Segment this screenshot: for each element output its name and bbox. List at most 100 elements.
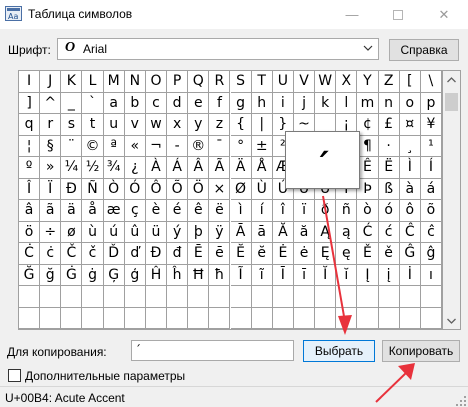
char-cell[interactable]: q bbox=[19, 114, 41, 136]
char-cell[interactable]: Ĭ bbox=[315, 264, 337, 286]
char-cell[interactable] bbox=[209, 286, 231, 308]
char-cell[interactable]: õ bbox=[420, 200, 442, 222]
char-cell[interactable]: ï bbox=[293, 200, 316, 222]
char-cell[interactable]: í bbox=[251, 200, 273, 222]
char-cell[interactable]: U bbox=[272, 71, 294, 93]
char-cell[interactable]: é bbox=[167, 200, 189, 222]
char-cell[interactable]: ¤ bbox=[399, 114, 421, 136]
char-cell[interactable]: ä bbox=[61, 200, 83, 222]
char-cell[interactable]: û bbox=[124, 221, 146, 243]
char-cell[interactable]: ÷ bbox=[40, 221, 62, 243]
char-cell[interactable] bbox=[19, 307, 41, 329]
char-cell[interactable]: x bbox=[167, 114, 189, 136]
char-cell[interactable]: Í bbox=[420, 157, 442, 179]
char-cell[interactable]: Č bbox=[61, 243, 83, 265]
char-cell[interactable] bbox=[124, 307, 146, 329]
char-cell[interactable]: ė bbox=[293, 243, 316, 265]
char-cell[interactable]: T bbox=[251, 71, 273, 93]
char-cell[interactable]: d bbox=[167, 92, 189, 114]
char-cell[interactable]: Ī bbox=[272, 264, 294, 286]
char-cell[interactable]: Ċ bbox=[19, 243, 41, 265]
char-cell[interactable]: ć bbox=[378, 221, 400, 243]
char-cell[interactable] bbox=[103, 286, 125, 308]
char-cell[interactable]: ĕ bbox=[251, 243, 273, 265]
char-cell[interactable]: Â bbox=[188, 157, 210, 179]
char-cell[interactable]: ĩ bbox=[251, 264, 273, 286]
char-cell[interactable]: p bbox=[420, 92, 442, 114]
char-cell[interactable]: þ bbox=[188, 221, 210, 243]
char-cell[interactable]: ° bbox=[230, 135, 252, 157]
char-cell[interactable]: ß bbox=[378, 178, 400, 200]
char-cell[interactable]: ĭ bbox=[336, 264, 358, 286]
char-cell[interactable]: © bbox=[82, 135, 104, 157]
char-cell[interactable]: Ė bbox=[272, 243, 294, 265]
char-cell[interactable]: ¼ bbox=[61, 157, 83, 179]
char-cell[interactable]: ç bbox=[124, 200, 146, 222]
char-cell[interactable]: ı bbox=[420, 264, 442, 286]
close-button[interactable]: ✕ bbox=[421, 0, 467, 29]
char-cell[interactable]: ¯ bbox=[209, 135, 231, 157]
char-cell[interactable]: w bbox=[145, 114, 168, 136]
char-cell[interactable]: ú bbox=[103, 221, 125, 243]
char-cell[interactable]: Ć bbox=[357, 221, 379, 243]
char-cell[interactable]: À bbox=[145, 157, 168, 179]
char-cell[interactable] bbox=[145, 307, 168, 329]
char-cell[interactable] bbox=[293, 307, 316, 329]
char-cell[interactable]: Ì bbox=[399, 157, 421, 179]
char-cell[interactable]: ě bbox=[378, 243, 400, 265]
char-cell[interactable]: ¦ bbox=[19, 135, 41, 157]
char-cell[interactable]: æ bbox=[103, 200, 125, 222]
char-cell[interactable] bbox=[40, 286, 62, 308]
char-cell[interactable]: u bbox=[103, 114, 125, 136]
scroll-thumb[interactable] bbox=[445, 93, 458, 111]
char-cell[interactable]: Ó bbox=[124, 178, 146, 200]
char-cell[interactable]: f bbox=[209, 92, 231, 114]
char-cell[interactable] bbox=[378, 307, 400, 329]
char-cell[interactable]: Ñ bbox=[82, 178, 104, 200]
char-cell[interactable] bbox=[103, 307, 125, 329]
char-cell[interactable] bbox=[399, 286, 421, 308]
char-cell[interactable]: h bbox=[251, 92, 273, 114]
char-cell[interactable]: ö bbox=[19, 221, 41, 243]
char-cell[interactable] bbox=[188, 286, 210, 308]
char-cell[interactable]: ½ bbox=[82, 157, 104, 179]
char-cell[interactable]: { bbox=[230, 114, 252, 136]
char-cell[interactable]: Ô bbox=[145, 178, 168, 200]
char-cell[interactable]: Ö bbox=[188, 178, 210, 200]
char-cell[interactable]: § bbox=[40, 135, 62, 157]
char-cell[interactable]: ª bbox=[103, 135, 125, 157]
char-cell[interactable]: a bbox=[103, 92, 125, 114]
char-cell[interactable]: ÿ bbox=[209, 221, 231, 243]
minimize-button[interactable]: — bbox=[329, 0, 375, 29]
char-cell[interactable]: ð bbox=[315, 200, 337, 222]
char-cell[interactable]: Ď bbox=[103, 243, 125, 265]
char-cell[interactable]: Y bbox=[357, 71, 379, 93]
char-cell[interactable]: L bbox=[82, 71, 104, 93]
char-cell[interactable]: ē bbox=[209, 243, 231, 265]
char-cell[interactable]: ü bbox=[145, 221, 168, 243]
char-cell[interactable]: Ě bbox=[357, 243, 379, 265]
char-cell[interactable]: v bbox=[124, 114, 146, 136]
char-cell[interactable] bbox=[145, 286, 168, 308]
char-cell[interactable]: ã bbox=[40, 200, 62, 222]
char-cell[interactable] bbox=[315, 307, 337, 329]
char-cell[interactable]: ø bbox=[61, 221, 83, 243]
char-cell[interactable] bbox=[61, 286, 83, 308]
char-cell[interactable]: ì bbox=[230, 200, 252, 222]
char-cell[interactable]: Ù bbox=[251, 178, 273, 200]
char-cell[interactable]: _ bbox=[61, 92, 83, 114]
char-cell[interactable] bbox=[272, 286, 294, 308]
char-cell[interactable] bbox=[357, 307, 379, 329]
char-cell[interactable]: - bbox=[167, 135, 189, 157]
char-cell[interactable]: Ĝ bbox=[399, 243, 421, 265]
char-cell[interactable]: Ħ bbox=[188, 264, 210, 286]
char-cell[interactable]: Á bbox=[167, 157, 189, 179]
char-cell[interactable]: s bbox=[61, 114, 83, 136]
char-cell[interactable]: đ bbox=[167, 243, 189, 265]
char-cell[interactable]: ± bbox=[251, 135, 273, 157]
char-cell[interactable]: ò bbox=[357, 200, 379, 222]
char-cell[interactable]: Ø bbox=[230, 178, 252, 200]
char-cell[interactable]: î bbox=[272, 200, 294, 222]
char-cell[interactable]: K bbox=[61, 71, 83, 93]
char-cell[interactable]: Ĕ bbox=[230, 243, 252, 265]
